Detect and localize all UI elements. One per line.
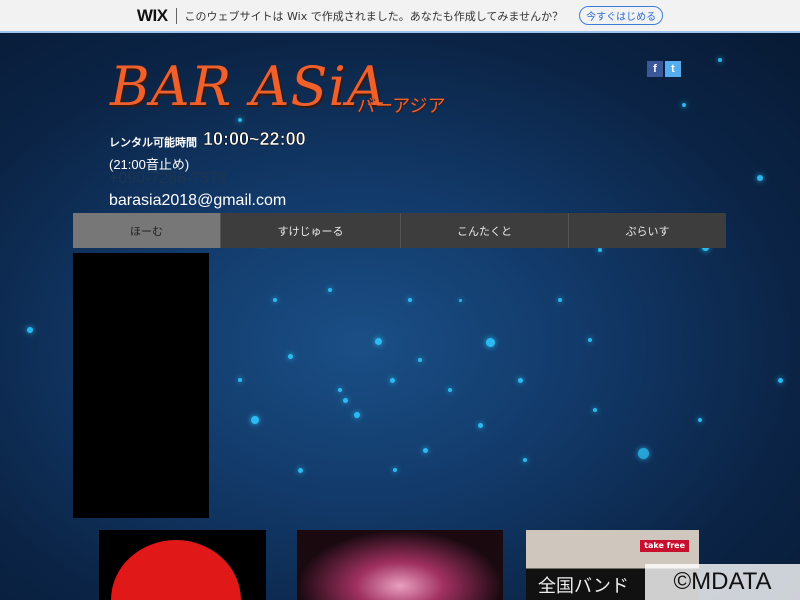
bokeh-dot: [251, 416, 259, 424]
bokeh-dot: [287, 353, 293, 359]
wix-banner: WIX このウェブサイトは Wix で作成されました。あなたも作成してみませんか…: [0, 0, 800, 33]
email-address[interactable]: barasia2018@gmail.com: [109, 192, 286, 210]
watermark: ©MDATA: [645, 564, 800, 600]
nav-price[interactable]: ぷらいす: [569, 213, 726, 248]
bokeh-dot: [477, 422, 483, 428]
bokeh-dot: [354, 412, 360, 418]
bokeh-dot: [238, 118, 242, 122]
bokeh-dot: [682, 103, 686, 107]
nav-contact[interactable]: こんたくと: [401, 213, 569, 248]
bar-asia-logo-thumbnail[interactable]: [99, 530, 266, 600]
hours-value: 10:00~22:00: [203, 129, 306, 150]
bokeh-dot: [637, 447, 649, 459]
bokeh-dot: [238, 378, 242, 382]
bokeh-dot: [718, 58, 722, 62]
bokeh-dot: [393, 468, 397, 472]
take-free-badge: take free: [640, 540, 689, 552]
bokeh-dot: [593, 408, 597, 412]
bokeh-dot: [328, 288, 332, 292]
phone-number: +090-7286-7578: [109, 170, 227, 187]
twitter-icon[interactable]: t: [665, 61, 681, 77]
main-nav: ほーむ すけじゅーる こんたくと ぷらいす: [73, 213, 726, 248]
bokeh-dot: [757, 175, 763, 181]
bokeh-dot: [698, 418, 702, 422]
bokeh-dot: [297, 467, 303, 473]
bokeh-dot: [374, 337, 382, 345]
bokeh-dot: [338, 388, 342, 392]
bokeh-dot: [422, 447, 428, 453]
start-now-button[interactable]: 今すぐはじめる: [579, 6, 664, 25]
nav-home[interactable]: ほーむ: [73, 213, 221, 248]
social-links: f t: [647, 61, 681, 77]
bokeh-dot: [523, 458, 527, 462]
bokeh-dot: [448, 388, 452, 392]
red-logo-circle: [111, 540, 241, 600]
wix-message: このウェブサイトは Wix で作成されました。あなたも作成してみませんか？: [184, 9, 564, 23]
bokeh-dot: [418, 358, 422, 362]
nav-schedule[interactable]: すけじゅーる: [221, 213, 401, 248]
divider: [175, 7, 177, 24]
bokeh-dot: [273, 298, 277, 302]
site-logo-kana: バーアジア: [357, 96, 446, 117]
bokeh-dot: [558, 298, 562, 302]
bokeh-dot: [408, 298, 412, 302]
bokeh-dot: [598, 248, 602, 252]
bokeh-dot: [458, 298, 462, 302]
bokeh-dot: [389, 377, 395, 383]
stage-photo-thumbnail[interactable]: [297, 530, 503, 600]
media-embed: [73, 253, 209, 518]
bokeh-dot: [342, 397, 348, 403]
bokeh-dot: [27, 327, 33, 333]
hours-label: レンタル可能時間: [109, 137, 197, 149]
bokeh-dot: [588, 338, 592, 342]
site-logo[interactable]: BAR ASiA: [110, 55, 387, 118]
wix-logo[interactable]: WIX: [137, 6, 168, 26]
bokeh-dot: [777, 377, 783, 383]
bokeh-dot: [485, 337, 495, 347]
facebook-icon[interactable]: f: [647, 61, 663, 77]
bokeh-dot: [517, 377, 523, 383]
magazine-title: 全国バンド: [538, 576, 629, 597]
